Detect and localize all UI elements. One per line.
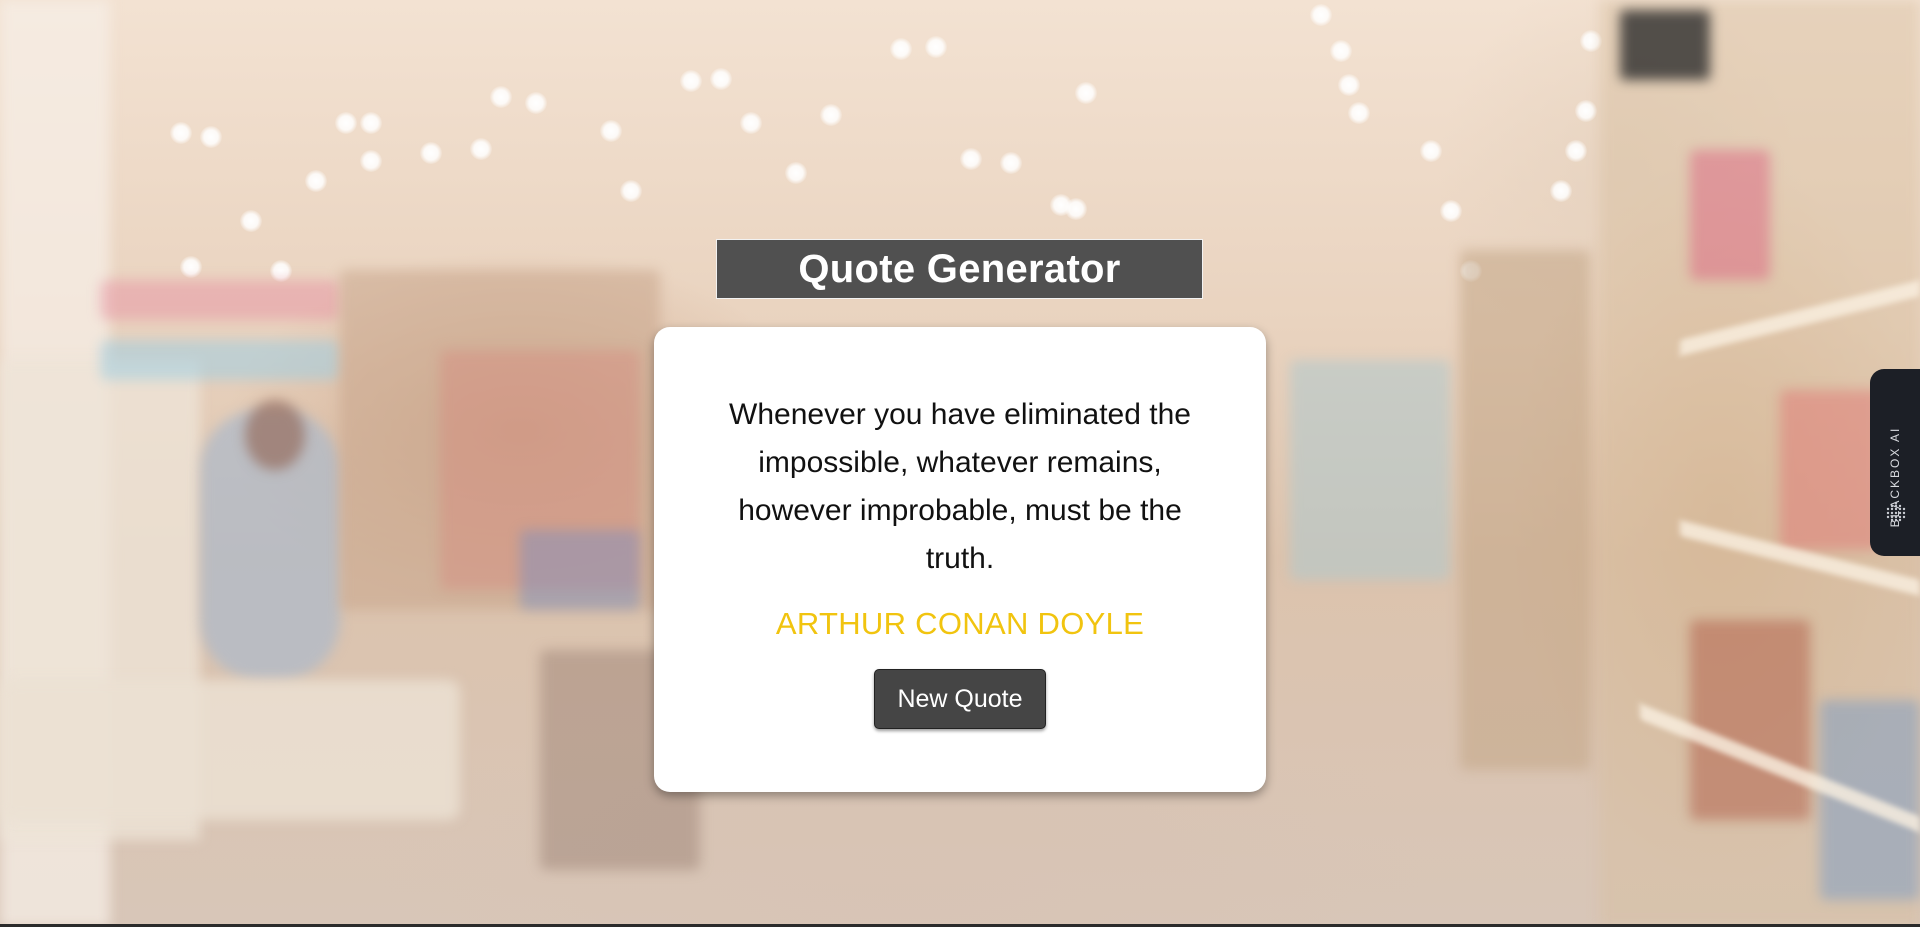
quote-author: ARTHUR CONAN DOYLE [775, 606, 1145, 641]
new-quote-button[interactable]: New Quote [874, 669, 1046, 729]
blackbox-logo-icon [1886, 501, 1906, 522]
title-banner: Quote Generator [716, 239, 1203, 299]
quote-card: Whenever you have eliminated the impossi… [654, 327, 1266, 792]
quote-text: Whenever you have eliminated the impossi… [729, 398, 1191, 575]
page-title: Quote Generator [798, 246, 1121, 291]
blackbox-ai-side-tab[interactable]: BLACKBOX AI [1870, 369, 1920, 556]
